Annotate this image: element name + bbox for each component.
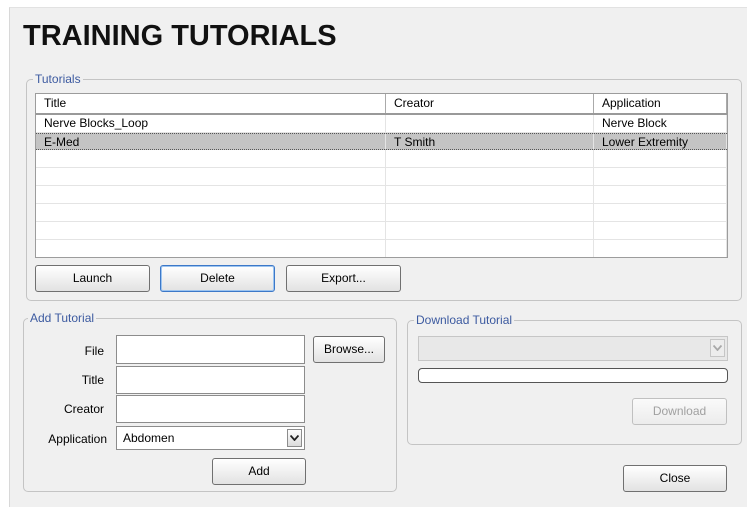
- title-label: Title: [81, 373, 104, 387]
- cell-application: Nerve Block: [594, 115, 727, 132]
- file-field[interactable]: [116, 335, 305, 364]
- download-progress-bar: [418, 368, 728, 383]
- chevron-down-icon[interactable]: [287, 429, 302, 447]
- table-row-selected[interactable]: E-Med T Smith Lower Extremity: [36, 133, 727, 150]
- table-header: Title Creator Application: [36, 94, 727, 115]
- cell-title: E-Med: [36, 134, 386, 149]
- creator-field[interactable]: [116, 395, 305, 423]
- empty-row: [36, 222, 727, 240]
- download-tutorial-legend: Download Tutorial: [414, 313, 515, 327]
- delete-button[interactable]: Delete: [160, 265, 275, 292]
- column-header-creator[interactable]: Creator: [386, 94, 594, 113]
- application-select[interactable]: Abdomen: [116, 426, 305, 450]
- empty-row: [36, 168, 727, 186]
- export-button[interactable]: Export...: [286, 265, 401, 292]
- download-button[interactable]: Download: [632, 398, 727, 425]
- cell-creator: T Smith: [386, 134, 594, 149]
- empty-row: [36, 186, 727, 204]
- title-field[interactable]: [116, 366, 305, 394]
- cell-application: Lower Extremity: [594, 134, 727, 149]
- cell-title: Nerve Blocks_Loop: [36, 115, 386, 132]
- chevron-down-icon[interactable]: [710, 339, 725, 357]
- file-label: File: [84, 344, 104, 358]
- launch-button[interactable]: Launch: [35, 265, 150, 292]
- application-label: Application: [48, 432, 107, 446]
- empty-row: [36, 204, 727, 222]
- browse-button[interactable]: Browse...: [313, 336, 385, 363]
- close-button[interactable]: Close: [623, 465, 727, 492]
- add-tutorial-legend: Add Tutorial: [28, 311, 97, 325]
- tutorials-legend: Tutorials: [33, 72, 83, 86]
- tutorials-table[interactable]: Title Creator Application Nerve Blocks_L…: [35, 93, 728, 258]
- creator-label: Creator: [63, 402, 104, 416]
- empty-row: [36, 150, 727, 168]
- cell-creator: [386, 115, 594, 132]
- add-button[interactable]: Add: [212, 458, 306, 485]
- column-header-title[interactable]: Title: [36, 94, 386, 113]
- column-header-application[interactable]: Application: [594, 94, 727, 113]
- empty-row: [36, 240, 727, 257]
- table-row[interactable]: Nerve Blocks_Loop Nerve Block: [36, 115, 727, 133]
- download-tutorial-select[interactable]: [418, 336, 728, 361]
- application-select-value: Abdomen: [123, 431, 175, 445]
- page-title: TRAINING TUTORIALS: [23, 20, 337, 52]
